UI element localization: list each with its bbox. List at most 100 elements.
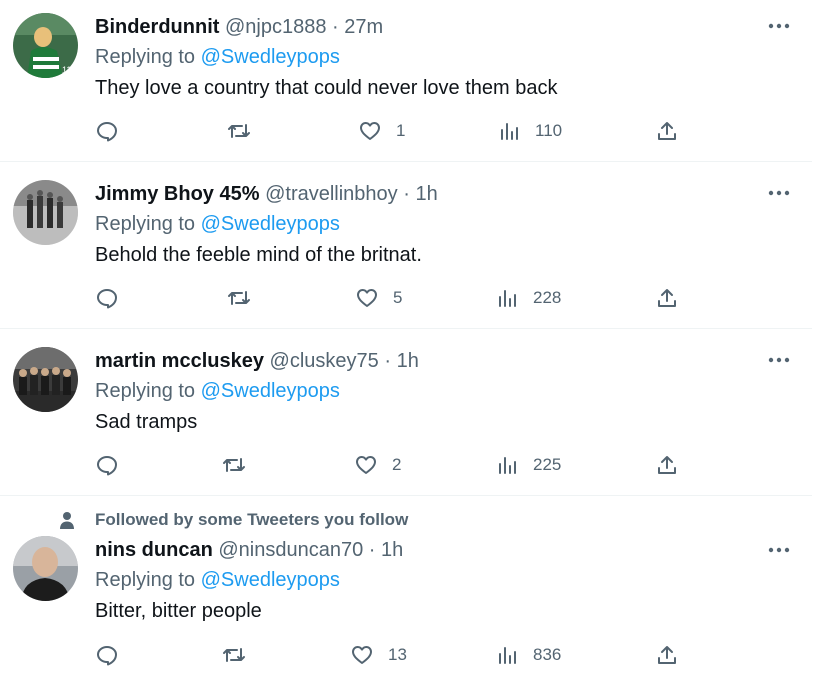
like-button[interactable]: 5 xyxy=(355,283,402,313)
like-button[interactable]: 13 xyxy=(350,640,407,670)
action-bar: 2 225 xyxy=(95,450,695,480)
views-button[interactable]: 225 xyxy=(495,450,561,480)
retweet-icon xyxy=(228,124,250,138)
share-button[interactable] xyxy=(655,283,679,313)
tweet-header: Binderdunnit @njpc1888 · 27m xyxy=(95,15,383,39)
views-button[interactable]: 836 xyxy=(495,640,561,670)
tweet[interactable]: nins duncan @ninsduncan70 · 1h Replying … xyxy=(0,497,812,684)
tweet-text: Bitter, bitter people xyxy=(95,600,262,622)
reply-button[interactable] xyxy=(95,450,119,480)
analytics-icon xyxy=(499,290,516,307)
tweet[interactable]: 11 Binderdunnit @njpc1888 · 27m Replying… xyxy=(0,0,812,162)
handle[interactable]: @travellinbhoy xyxy=(265,183,398,205)
tweet-text: They love a country that could never lov… xyxy=(95,77,558,99)
replying-label: Replying to xyxy=(95,46,196,68)
more-icon[interactable] xyxy=(766,540,792,560)
share-button[interactable] xyxy=(655,450,679,480)
share-icon xyxy=(658,646,676,664)
tweet[interactable]: martin mccluskey @cluskey75 · 1h Replyin… xyxy=(0,330,812,496)
separator: · xyxy=(384,350,392,372)
reply-button[interactable] xyxy=(95,283,119,313)
tweet-text: Sad tramps xyxy=(95,411,198,433)
timestamp[interactable]: 27m xyxy=(344,16,383,38)
view-count: 836 xyxy=(533,645,562,664)
analytics-icon xyxy=(501,123,518,140)
timestamp[interactable]: 1h xyxy=(397,350,419,372)
replying-label: Replying to xyxy=(95,213,196,235)
heart-icon xyxy=(356,456,376,474)
retweet-button[interactable] xyxy=(227,116,251,146)
view-count: 225 xyxy=(533,455,562,474)
share-icon xyxy=(658,122,676,140)
mention-link[interactable]: @Swedleypops xyxy=(201,569,340,591)
reply-button[interactable] xyxy=(95,640,119,670)
retweet-button[interactable] xyxy=(227,283,251,313)
view-count: 110 xyxy=(535,121,563,140)
tweet[interactable]: Jimmy Bhoy 45% @travellinbhoy · 1h Reply… xyxy=(0,163,812,329)
retweet-button[interactable] xyxy=(222,640,246,670)
like-count: 2 xyxy=(392,455,402,474)
avatar[interactable] xyxy=(13,536,78,601)
display-name[interactable]: Binderdunnit xyxy=(95,16,219,38)
analytics-icon xyxy=(499,647,516,664)
display-name[interactable]: Jimmy Bhoy 45% xyxy=(95,183,260,205)
replying-to: Replying to @Swedleypops xyxy=(95,45,340,69)
avatar[interactable]: 11 xyxy=(13,13,78,78)
heart-icon xyxy=(357,289,377,307)
reply-icon xyxy=(97,646,117,666)
replying-to: Replying to @Swedleypops xyxy=(95,379,340,403)
mention-link[interactable]: @Swedleypops xyxy=(201,46,340,68)
like-button[interactable]: 2 xyxy=(354,450,401,480)
separator: · xyxy=(368,539,376,561)
more-icon[interactable] xyxy=(766,183,792,203)
retweet-icon xyxy=(223,648,245,662)
views-button[interactable]: 110 xyxy=(497,116,562,146)
like-count: 13 xyxy=(388,645,407,664)
retweet-icon xyxy=(223,458,245,472)
reply-icon xyxy=(97,122,117,142)
avatar[interactable] xyxy=(13,347,78,412)
avatar[interactable] xyxy=(13,180,78,245)
replying-label: Replying to xyxy=(95,569,196,591)
handle[interactable]: @njpc1888 xyxy=(225,16,326,38)
reply-icon xyxy=(97,456,117,476)
like-count: 5 xyxy=(393,288,403,307)
view-count: 228 xyxy=(533,288,562,307)
tweet-text: Behold the feeble mind of the britnat. xyxy=(95,244,422,266)
retweet-icon xyxy=(228,291,250,305)
more-icon[interactable] xyxy=(766,350,792,370)
action-bar: 5 228 xyxy=(95,283,695,313)
tweet-header: nins duncan @ninsduncan70 · 1h xyxy=(95,538,403,562)
handle[interactable]: @ninsduncan70 xyxy=(218,539,363,561)
timestamp[interactable]: 1h xyxy=(381,539,403,561)
heart-icon xyxy=(352,646,372,664)
share-icon xyxy=(658,456,676,474)
views-button[interactable]: 228 xyxy=(495,283,561,313)
retweet-button[interactable] xyxy=(222,450,246,480)
separator: · xyxy=(332,16,339,38)
like-button[interactable]: 1 xyxy=(358,116,405,146)
handle[interactable]: @cluskey75 xyxy=(270,350,379,372)
action-bar: 13 836 xyxy=(95,640,695,670)
more-icon[interactable] xyxy=(766,16,792,36)
mention-link[interactable]: @Swedleypops xyxy=(201,380,340,402)
mention-link[interactable]: @Swedleypops xyxy=(201,213,340,235)
action-bar: 1 110 xyxy=(95,116,695,146)
share-button[interactable] xyxy=(655,116,679,146)
separator: · xyxy=(403,183,410,205)
replying-label: Replying to xyxy=(95,380,196,402)
like-count: 1 xyxy=(396,121,406,140)
display-name[interactable]: martin mccluskey xyxy=(95,350,264,372)
analytics-icon xyxy=(499,457,516,474)
tweet-header: Jimmy Bhoy 45% @travellinbhoy · 1h xyxy=(95,182,438,206)
timestamp[interactable]: 1h xyxy=(415,183,437,205)
tweet-header: martin mccluskey @cluskey75 · 1h xyxy=(95,349,419,373)
share-button[interactable] xyxy=(655,640,679,670)
svg-text:11: 11 xyxy=(62,65,71,75)
heart-icon xyxy=(360,122,380,140)
replying-to: Replying to @Swedleypops xyxy=(95,568,340,592)
reply-button[interactable] xyxy=(95,116,119,146)
reply-icon xyxy=(97,289,117,309)
display-name[interactable]: nins duncan xyxy=(95,539,213,561)
share-icon xyxy=(658,289,676,307)
